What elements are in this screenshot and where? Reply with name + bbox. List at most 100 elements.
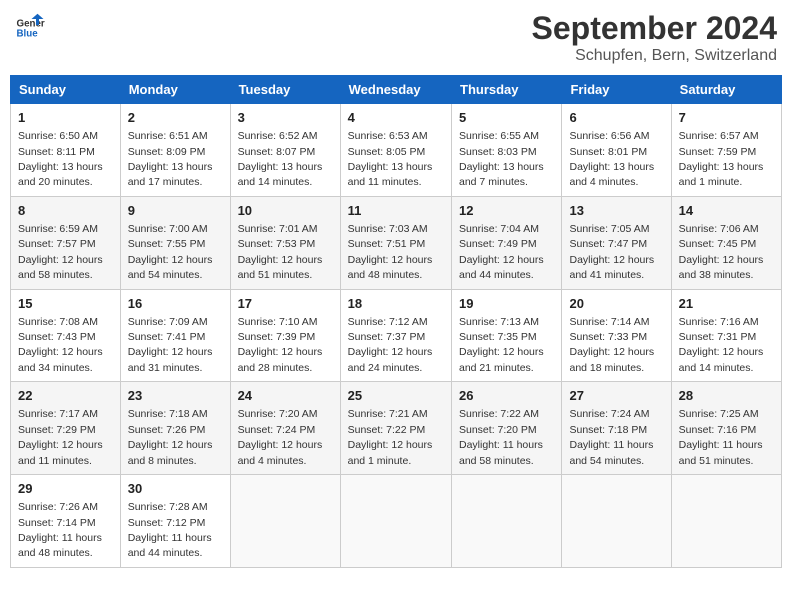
day-info: Sunrise: 6:52 AMSunset: 8:07 PMDaylight:…: [238, 130, 323, 188]
calendar-cell: 15 Sunrise: 7:08 AMSunset: 7:43 PMDayligh…: [11, 289, 121, 382]
calendar-week-3: 15 Sunrise: 7:08 AMSunset: 7:43 PMDayligh…: [11, 289, 782, 382]
calendar-cell: [340, 475, 451, 568]
calendar-cell: 27Sunrise: 7:24 AMSunset: 7:18 PMDayligh…: [562, 382, 671, 475]
day-header-wednesday: Wednesday: [340, 76, 451, 104]
calendar-cell: 6Sunrise: 6:56 AMSunset: 8:01 PMDaylight…: [562, 104, 671, 197]
calendar-cell: [562, 475, 671, 568]
calendar-cell: 22 Sunrise: 7:17 AMSunset: 7:29 PMDayligh…: [11, 382, 121, 475]
day-header-sunday: Sunday: [11, 76, 121, 104]
day-number: 20: [569, 295, 663, 313]
calendar-cell: 10Sunrise: 7:01 AMSunset: 7:53 PMDayligh…: [230, 196, 340, 289]
calendar-cell: 11Sunrise: 7:03 AMSunset: 7:51 PMDayligh…: [340, 196, 451, 289]
location-title: Schupfen, Bern, Switzerland: [532, 47, 777, 65]
calendar-cell: [452, 475, 562, 568]
day-info: Sunrise: 7:06 AMSunset: 7:45 PMDaylight:…: [679, 223, 764, 281]
calendar-cell: 23 Sunrise: 7:18 AMSunset: 7:26 PMDayligh…: [120, 382, 230, 475]
day-info: Sunrise: 7:09 AMSunset: 7:41 PMDaylight:…: [128, 316, 213, 374]
day-number: 6: [569, 109, 663, 127]
day-number: 24: [238, 387, 333, 405]
day-info: Sunrise: 7:18 AMSunset: 7:26 PMDaylight:…: [128, 408, 213, 466]
calendar-cell: 21 Sunrise: 7:16 AMSunset: 7:31 PMDayligh…: [671, 289, 781, 382]
calendar-cell: [671, 475, 781, 568]
day-number: 15: [18, 295, 113, 313]
calendar-cell: 13 Sunrise: 7:05 AMSunset: 7:47 PMDayligh…: [562, 196, 671, 289]
day-number: 13: [569, 202, 663, 220]
day-number: 14: [679, 202, 774, 220]
day-info: Sunrise: 6:55 AMSunset: 8:03 PMDaylight:…: [459, 130, 544, 188]
day-info: Sunrise: 7:21 AMSunset: 7:22 PMDaylight:…: [348, 408, 433, 466]
day-number: 19: [459, 295, 554, 313]
day-info: Sunrise: 7:10 AMSunset: 7:39 PMDaylight:…: [238, 316, 323, 374]
calendar-cell: 28 Sunrise: 7:25 AMSunset: 7:16 PMDayligh…: [671, 382, 781, 475]
calendar-table: SundayMondayTuesdayWednesdayThursdayFrid…: [10, 75, 782, 568]
day-number: 17: [238, 295, 333, 313]
calendar-header-row: SundayMondayTuesdayWednesdayThursdayFrid…: [11, 76, 782, 104]
calendar-cell: 19 Sunrise: 7:13 AMSunset: 7:35 PMDayligh…: [452, 289, 562, 382]
day-info: Sunrise: 6:57 AMSunset: 7:59 PMDaylight:…: [679, 130, 764, 188]
logo: General Blue: [15, 10, 45, 40]
calendar-cell: [230, 475, 340, 568]
calendar-cell: 18 Sunrise: 7:12 AMSunset: 7:37 PMDayligh…: [340, 289, 451, 382]
calendar-cell: 5Sunrise: 6:55 AMSunset: 8:03 PMDaylight…: [452, 104, 562, 197]
day-info: Sunrise: 7:22 AMSunset: 7:20 PMDaylight:…: [459, 408, 543, 466]
day-info: Sunrise: 7:04 AMSunset: 7:49 PMDaylight:…: [459, 223, 544, 281]
calendar-week-2: 8 Sunrise: 6:59 AMSunset: 7:57 PMDaylight…: [11, 196, 782, 289]
day-header-tuesday: Tuesday: [230, 76, 340, 104]
calendar-cell: 8 Sunrise: 6:59 AMSunset: 7:57 PMDaylight…: [11, 196, 121, 289]
calendar-cell: 20 Sunrise: 7:14 AMSunset: 7:33 PMDayligh…: [562, 289, 671, 382]
calendar-cell: 4 Sunrise: 6:53 AMSunset: 8:05 PMDaylight…: [340, 104, 451, 197]
calendar-cell: 7 Sunrise: 6:57 AMSunset: 7:59 PMDaylight…: [671, 104, 781, 197]
day-number: 22: [18, 387, 113, 405]
day-number: 30: [128, 480, 223, 498]
logo-icon: General Blue: [15, 10, 45, 40]
calendar-cell: 29Sunrise: 7:26 AMSunset: 7:14 PMDayligh…: [11, 475, 121, 568]
day-number: 25: [348, 387, 444, 405]
day-number: 16: [128, 295, 223, 313]
day-number: 18: [348, 295, 444, 313]
month-title: September 2024: [532, 10, 777, 47]
day-info: Sunrise: 6:50 AMSunset: 8:11 PMDaylight:…: [18, 130, 103, 188]
day-number: 2: [128, 109, 223, 127]
day-number: 26: [459, 387, 554, 405]
day-number: 8: [18, 202, 113, 220]
day-number: 28: [679, 387, 774, 405]
day-info: Sunrise: 7:13 AMSunset: 7:35 PMDaylight:…: [459, 316, 544, 374]
day-number: 11: [348, 202, 444, 220]
calendar-cell: 12 Sunrise: 7:04 AMSunset: 7:49 PMDayligh…: [452, 196, 562, 289]
calendar-cell: 25 Sunrise: 7:21 AMSunset: 7:22 PMDayligh…: [340, 382, 451, 475]
calendar-week-5: 29Sunrise: 7:26 AMSunset: 7:14 PMDayligh…: [11, 475, 782, 568]
day-number: 7: [679, 109, 774, 127]
day-info: Sunrise: 6:59 AMSunset: 7:57 PMDaylight:…: [18, 223, 103, 281]
day-header-saturday: Saturday: [671, 76, 781, 104]
day-info: Sunrise: 7:20 AMSunset: 7:24 PMDaylight:…: [238, 408, 323, 466]
day-info: Sunrise: 7:12 AMSunset: 7:37 PMDaylight:…: [348, 316, 433, 374]
day-header-monday: Monday: [120, 76, 230, 104]
day-info: Sunrise: 7:08 AMSunset: 7:43 PMDaylight:…: [18, 316, 103, 374]
day-number: 1: [18, 109, 113, 127]
day-info: Sunrise: 6:53 AMSunset: 8:05 PMDaylight:…: [348, 130, 433, 188]
day-header-friday: Friday: [562, 76, 671, 104]
day-info: Sunrise: 7:25 AMSunset: 7:16 PMDaylight:…: [679, 408, 763, 466]
calendar-cell: 30 Sunrise: 7:28 AMSunset: 7:12 PMDayligh…: [120, 475, 230, 568]
day-number: 29: [18, 480, 113, 498]
day-number: 10: [238, 202, 333, 220]
day-number: 23: [128, 387, 223, 405]
calendar-body: 1 Sunrise: 6:50 AMSunset: 8:11 PMDaylight…: [11, 104, 782, 568]
day-info: Sunrise: 7:16 AMSunset: 7:31 PMDaylight:…: [679, 316, 764, 374]
day-info: Sunrise: 7:17 AMSunset: 7:29 PMDaylight:…: [18, 408, 103, 466]
day-info: Sunrise: 7:05 AMSunset: 7:47 PMDaylight:…: [569, 223, 654, 281]
day-info: Sunrise: 7:28 AMSunset: 7:12 PMDaylight:…: [128, 501, 212, 559]
day-number: 3: [238, 109, 333, 127]
day-info: Sunrise: 7:00 AMSunset: 7:55 PMDaylight:…: [128, 223, 213, 281]
day-info: Sunrise: 7:14 AMSunset: 7:33 PMDaylight:…: [569, 316, 654, 374]
day-header-thursday: Thursday: [452, 76, 562, 104]
calendar-cell: 17 Sunrise: 7:10 AMSunset: 7:39 PMDayligh…: [230, 289, 340, 382]
page-header: General Blue September 2024 Schupfen, Be…: [10, 10, 782, 65]
day-number: 12: [459, 202, 554, 220]
day-number: 27: [569, 387, 663, 405]
calendar-cell: 14 Sunrise: 7:06 AMSunset: 7:45 PMDayligh…: [671, 196, 781, 289]
day-number: 21: [679, 295, 774, 313]
day-number: 4: [348, 109, 444, 127]
calendar-cell: 26 Sunrise: 7:22 AMSunset: 7:20 PMDayligh…: [452, 382, 562, 475]
calendar-cell: 3 Sunrise: 6:52 AMSunset: 8:07 PMDaylight…: [230, 104, 340, 197]
